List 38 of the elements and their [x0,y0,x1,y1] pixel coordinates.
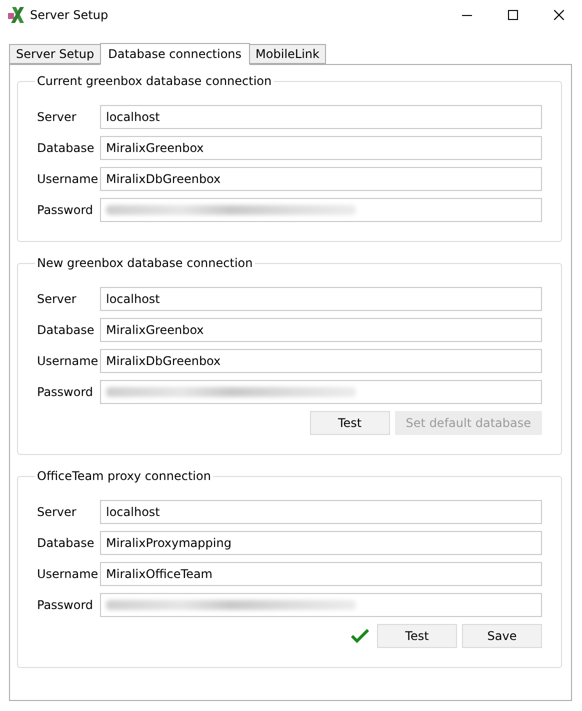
group-title: New greenbox database connection [36,256,254,270]
field-label: Username [37,172,100,186]
group-title: OfficeTeam proxy connection [36,469,212,483]
test-button[interactable]: Test [310,411,390,435]
field-label: Server [37,505,78,519]
field-label: Database [37,536,96,550]
close-icon[interactable] [554,10,564,20]
field-label: Database [37,141,96,155]
input-field[interactable]: localhost [100,287,542,311]
input-field[interactable]: MiralixDbGreenbox [100,349,542,373]
group-title: Current greenbox database connection [36,74,273,88]
save-button[interactable]: Save [462,624,542,648]
input-field[interactable]: MiralixProxymapping [100,531,542,555]
tab[interactable]: Server Setup [9,44,102,64]
input-field[interactable] [100,593,542,617]
field-label: Server [37,292,78,306]
input-field[interactable] [100,380,542,404]
input-field[interactable] [100,198,542,222]
input-field[interactable]: MiralixGreenbox [100,136,542,160]
input-field[interactable]: localhost [100,105,542,129]
field-label: Server [37,110,78,124]
field-label: Password [37,598,94,612]
field-label: Password [37,385,94,399]
field-label: Password [37,203,94,217]
test-button[interactable]: Test [377,624,457,648]
tab[interactable]: Database connections [100,43,250,65]
field-label: Username [37,354,100,368]
tab[interactable]: MobileLink [248,44,326,64]
minimize-icon[interactable] [462,14,472,16]
input-field[interactable]: MiralixOfficeTeam [100,562,542,586]
app-logo-icon [8,6,24,24]
field-label: Database [37,323,96,337]
input-field[interactable]: localhost [100,500,542,524]
input-field[interactable]: MiralixDbGreenbox [100,167,542,191]
window-title: Server Setup [30,8,110,22]
field-label: Username [37,567,100,581]
maximize-icon[interactable] [508,10,518,20]
input-field[interactable]: MiralixGreenbox [100,318,542,342]
